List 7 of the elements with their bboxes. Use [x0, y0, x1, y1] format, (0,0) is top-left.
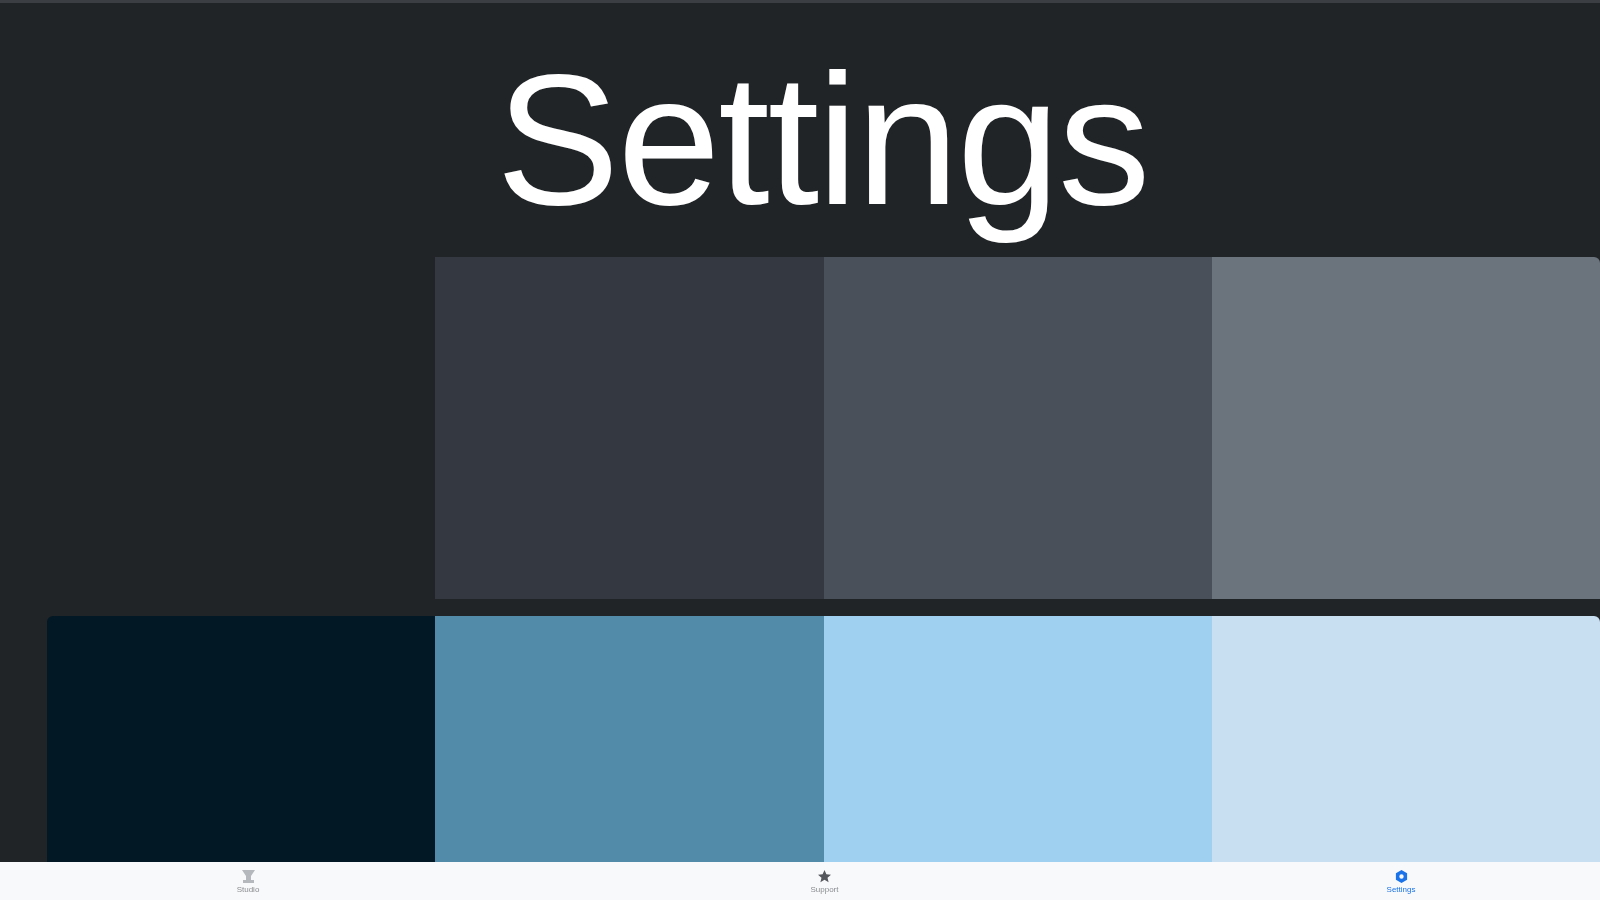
settings-icon — [1394, 870, 1408, 883]
trophy-icon — [241, 870, 255, 883]
star-icon — [818, 870, 831, 883]
nav-tab[interactable]: Studio — [218, 866, 278, 896]
nav-tab[interactable]: Support — [794, 866, 855, 896]
page-title: Settings — [496, 36, 1149, 245]
nav-tab[interactable]: Settings — [1371, 866, 1431, 896]
